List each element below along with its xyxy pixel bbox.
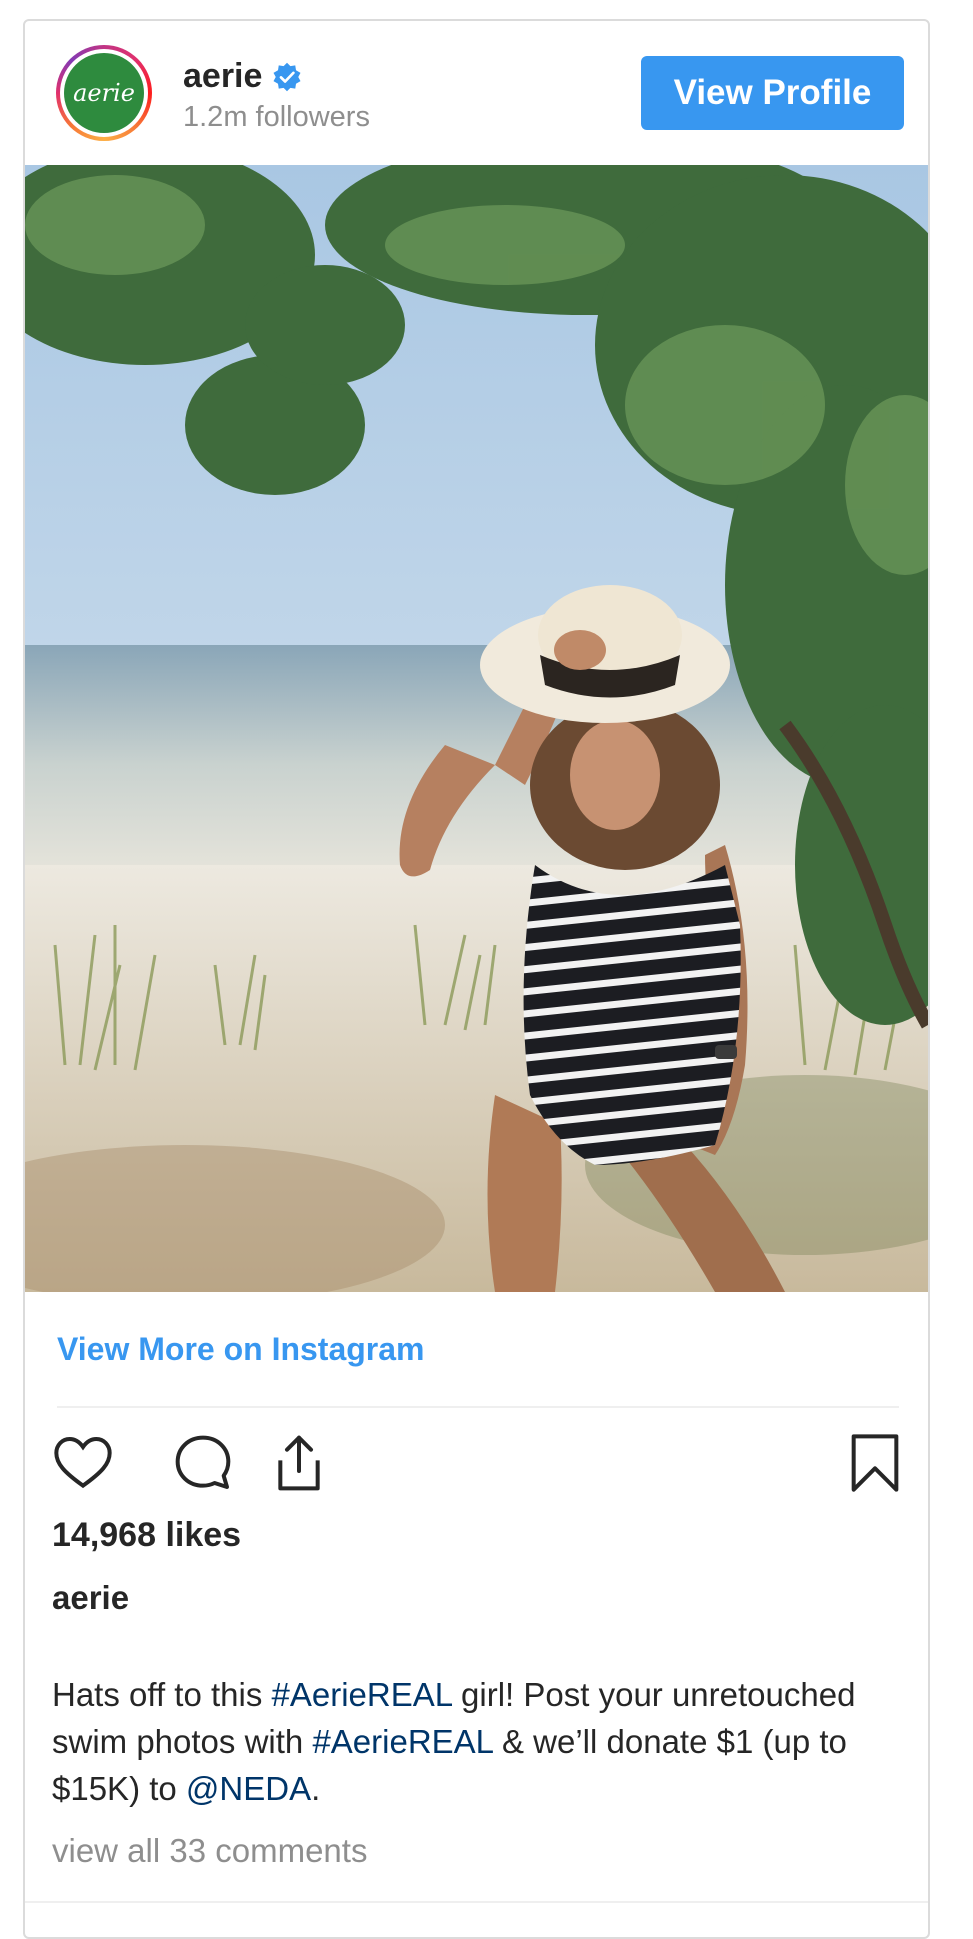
post-header: aerie aerie 1.2m followers View Profile — [25, 21, 928, 165]
view-all-comments-link[interactable]: view all 33 comments — [52, 1832, 367, 1870]
verified-badge-icon — [272, 62, 302, 92]
avatar-story-ring[interactable]: aerie — [56, 45, 152, 141]
account-name-row: aerie — [183, 57, 302, 96]
follower-count: 1.2m followers — [183, 101, 370, 133]
comment-button[interactable] — [169, 1429, 237, 1497]
hashtag-link[interactable]: #AerieREAL — [312, 1723, 492, 1760]
hashtag-link[interactable]: #AerieREAL — [272, 1676, 452, 1713]
heart-icon — [54, 1436, 112, 1489]
divider — [25, 1901, 928, 1903]
caption-text: Hats off to this — [52, 1676, 272, 1713]
post-photo-illustration — [25, 165, 928, 1292]
comment-icon — [175, 1435, 231, 1489]
view-profile-button[interactable]: View Profile — [641, 56, 904, 130]
mention-link[interactable]: @NEDA — [186, 1770, 311, 1807]
bookmark-icon — [851, 1434, 899, 1492]
save-button[interactable] — [841, 1429, 909, 1497]
caption-username[interactable]: aerie — [52, 1579, 129, 1617]
share-button[interactable] — [265, 1429, 333, 1497]
account-username[interactable]: aerie — [183, 57, 262, 96]
like-button[interactable] — [49, 1429, 117, 1497]
share-icon — [278, 1435, 320, 1491]
post-caption: Hats off to this #AerieREAL girl! Post y… — [52, 1671, 912, 1812]
view-more-on-instagram-link[interactable]: View More on Instagram — [57, 1331, 425, 1368]
avatar: aerie — [64, 53, 144, 133]
post-photo[interactable] — [25, 165, 928, 1292]
post-actions — [49, 1429, 909, 1501]
instagram-embed-card: aerie aerie 1.2m followers View Profile — [23, 19, 930, 1939]
like-count[interactable]: 14,968 likes — [52, 1516, 241, 1555]
divider — [57, 1406, 899, 1408]
caption-text: . — [311, 1770, 321, 1807]
